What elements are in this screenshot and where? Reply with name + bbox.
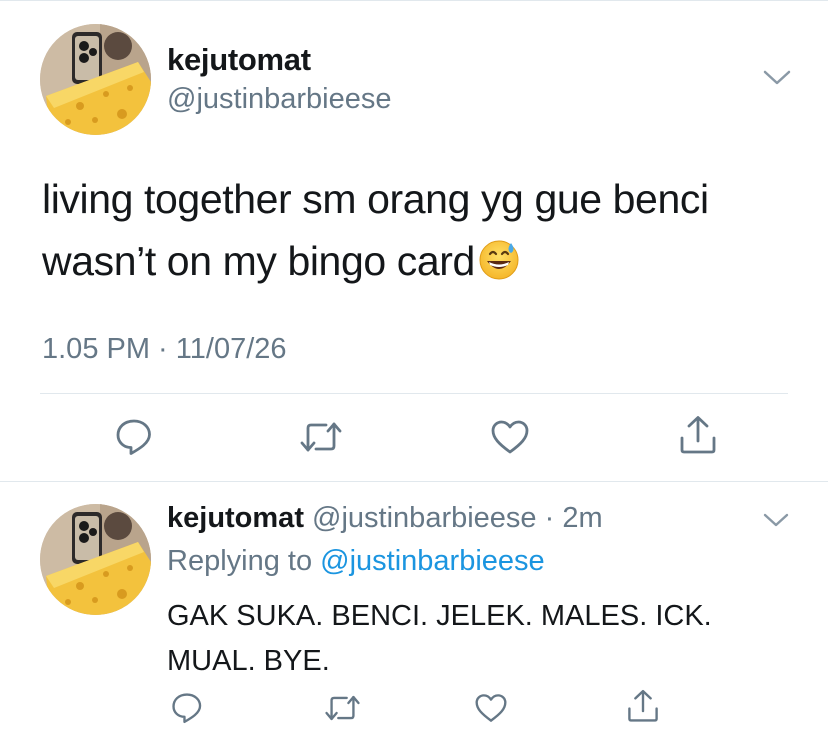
- retweet-icon: [300, 422, 342, 452]
- share-icon: [680, 416, 716, 454]
- reply-button[interactable]: [170, 692, 204, 724]
- replying-to: Replying to @justinbarbieese: [167, 545, 545, 578]
- tweet-time[interactable]: 1.05 PM: [42, 333, 150, 365]
- replying-prefix: Replying to: [167, 545, 321, 577]
- tweet-meta: 1.05 PM · 11/07/26: [42, 333, 287, 366]
- comment-icon: [116, 419, 151, 455]
- author-name[interactable]: kejutomat: [167, 42, 311, 78]
- divider: [40, 393, 788, 394]
- author-handle[interactable]: @justinbarbieese: [167, 83, 392, 116]
- reply-time[interactable]: 2m: [562, 502, 602, 534]
- tweet-divider: [0, 481, 828, 482]
- grinning-face-with-sweat-icon: [477, 236, 521, 280]
- reply-button[interactable]: [114, 418, 154, 456]
- reply-header: kejutomat @justinbarbieese · 2m: [167, 502, 603, 535]
- avatar[interactable]: [40, 504, 151, 615]
- tweet-text: living together sm orang yg gue benci wa…: [42, 168, 802, 292]
- like-button[interactable]: [474, 692, 508, 724]
- retweet-button[interactable]: [324, 692, 361, 724]
- replying-to-link[interactable]: @justinbarbieese: [320, 545, 545, 577]
- chevron-down-icon[interactable]: [762, 510, 790, 530]
- heart-icon: [475, 694, 507, 722]
- tweet-date[interactable]: 11/07/26: [176, 333, 287, 365]
- avatar-image: [40, 24, 151, 135]
- chevron-down-icon[interactable]: [762, 66, 792, 88]
- share-icon: [628, 689, 658, 722]
- reply-text: GAK SUKA. BENCI. JELEK. MALES. ICK. MUAL…: [167, 600, 712, 677]
- like-button[interactable]: [490, 418, 530, 456]
- tweet-text-content: living together sm orang yg gue benci wa…: [42, 176, 709, 284]
- meta-separator: ·: [536, 502, 563, 534]
- avatar[interactable]: [40, 24, 151, 135]
- main-tweet: kejutomat @justinbarbieese living togeth…: [0, 0, 828, 482]
- retweet-button[interactable]: [299, 418, 343, 456]
- avatar-image: [40, 504, 151, 615]
- heart-icon: [491, 420, 529, 454]
- author-handle[interactable]: @justinbarbieese: [312, 502, 537, 534]
- meta-separator: ·: [150, 333, 176, 365]
- comment-icon: [172, 693, 202, 724]
- share-button[interactable]: [678, 414, 718, 456]
- retweet-icon: [325, 695, 360, 721]
- share-button[interactable]: [626, 688, 660, 724]
- author-name[interactable]: kejutomat: [167, 502, 304, 534]
